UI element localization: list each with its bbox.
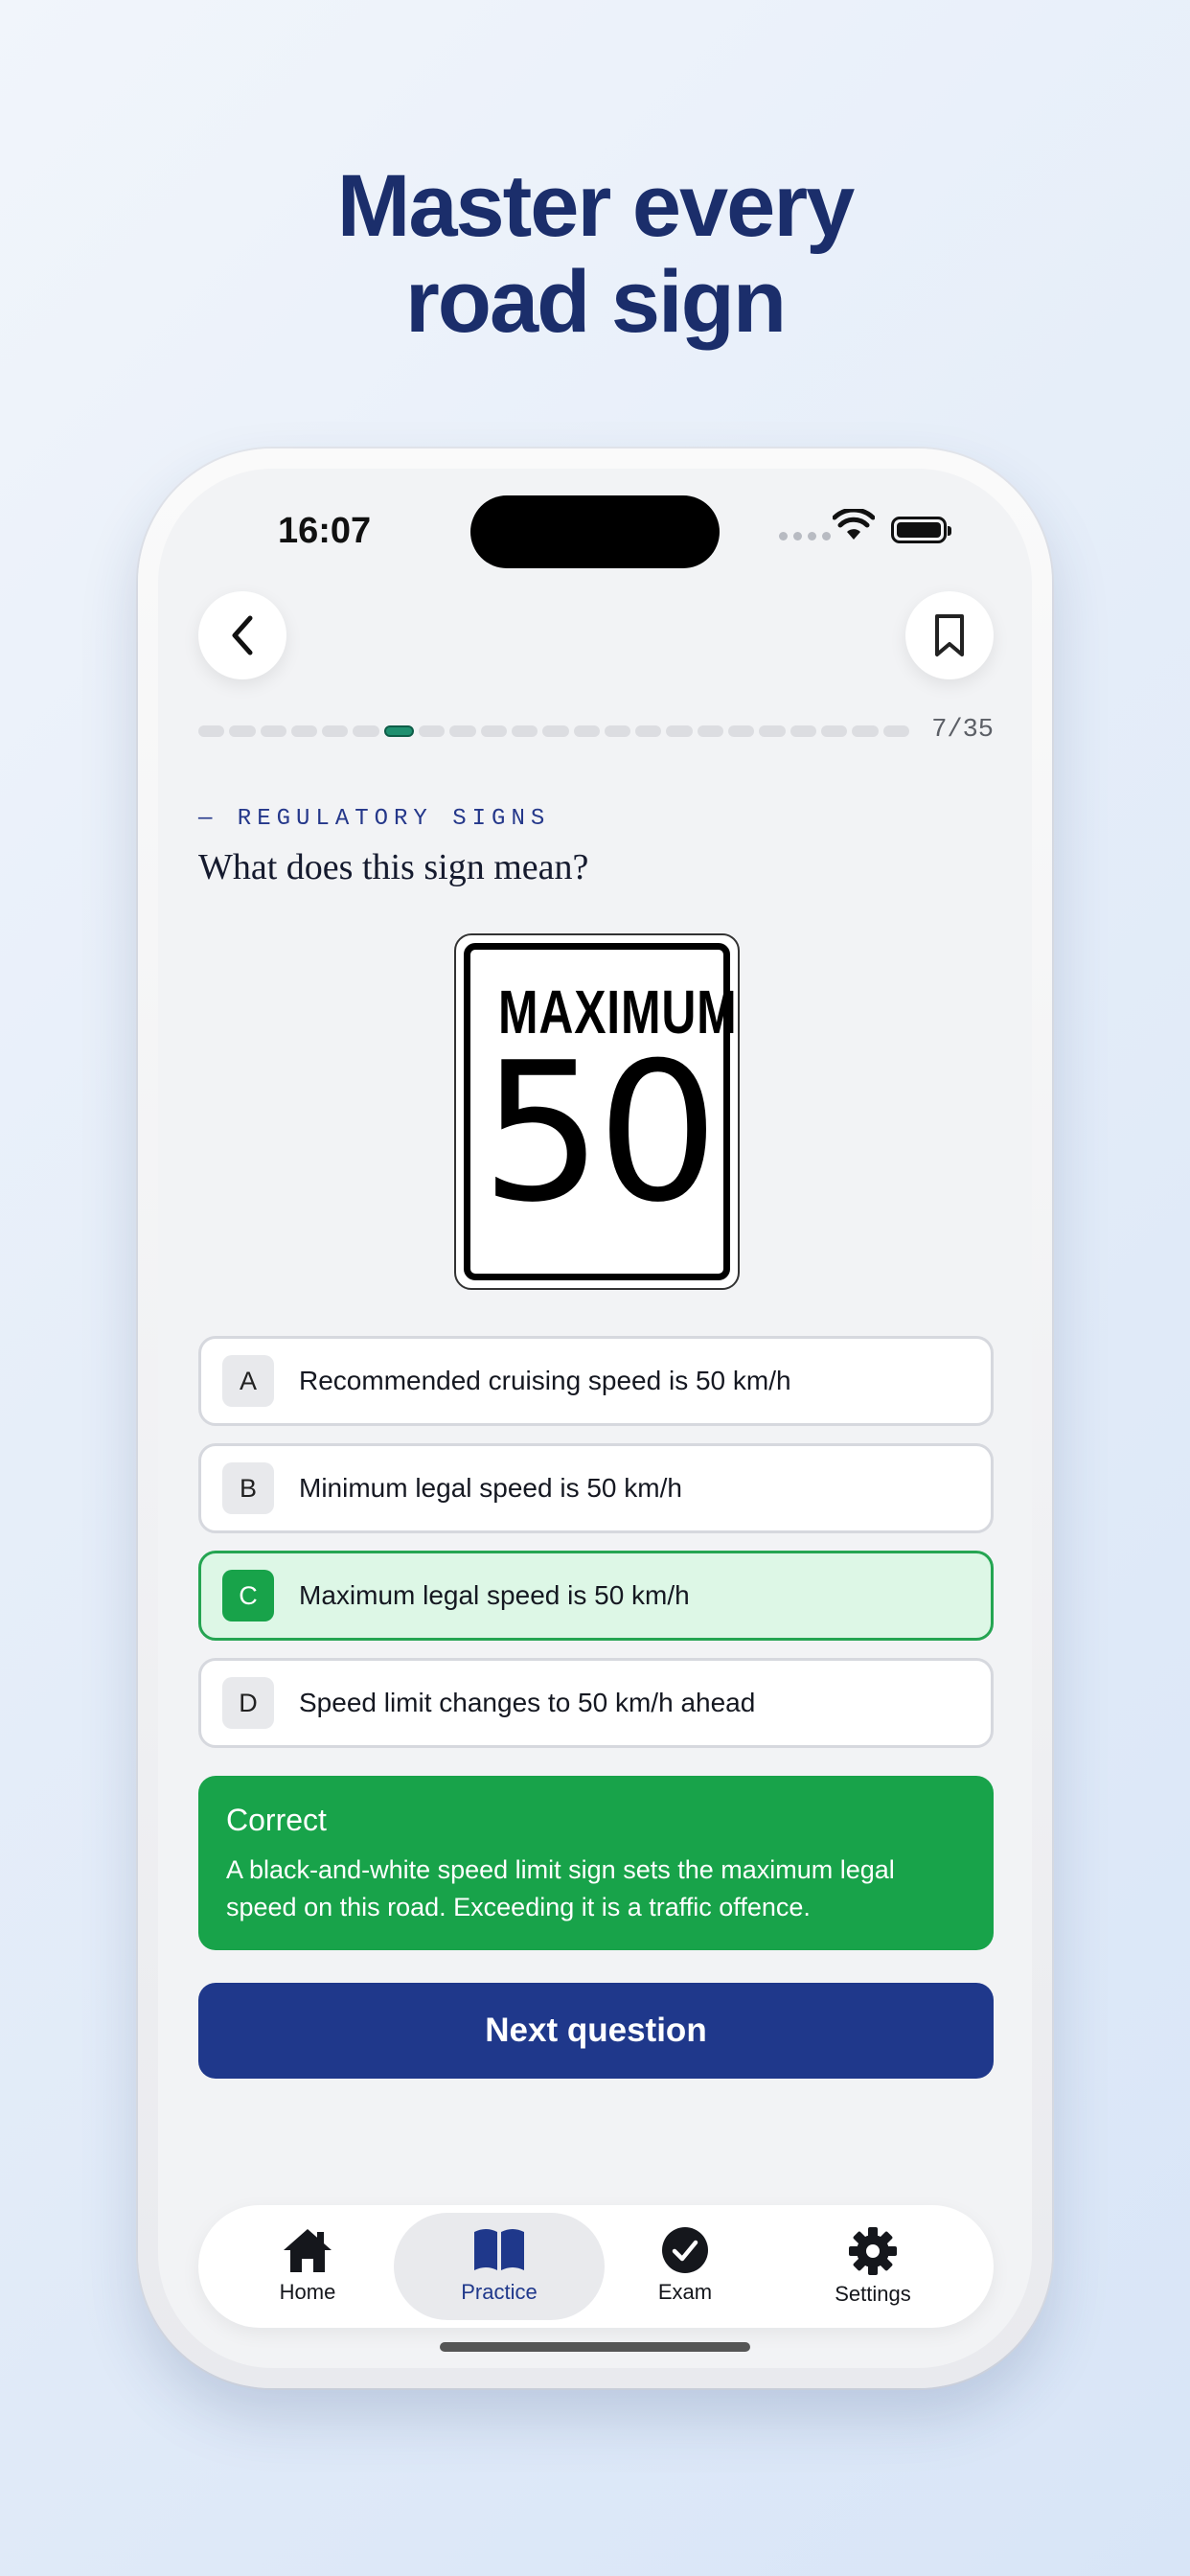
progress-segment <box>604 725 631 737</box>
progress-segment <box>260 725 286 737</box>
road-sign-image: MAXIMUM 50 <box>454 933 740 1290</box>
bookmark-icon <box>935 614 964 656</box>
option-letter: A <box>222 1355 274 1407</box>
category-label: — REGULATORY SIGNS <box>198 806 551 832</box>
progress-segment <box>852 725 879 737</box>
cellular-signal-icon <box>779 532 831 540</box>
answer-option-b[interactable]: B Minimum legal speed is 50 km/h <box>198 1443 994 1533</box>
answer-option-a[interactable]: A Recommended cruising speed is 50 km/h <box>198 1336 994 1426</box>
check-circle-icon <box>662 2227 708 2273</box>
wifi-icon <box>833 509 875 540</box>
status-time: 16:07 <box>278 511 372 551</box>
progress-segment <box>449 725 476 737</box>
home-icon <box>284 2229 332 2272</box>
option-text: Recommended cruising speed is 50 km/h <box>299 1366 791 1395</box>
progress-segment <box>573 725 600 737</box>
next-question-button[interactable]: Next question <box>198 1983 994 2079</box>
option-text: Speed limit changes to 50 km/h ahead <box>299 1688 756 1717</box>
progress-segment <box>198 725 225 737</box>
question-text: What does this sign mean? <box>198 847 589 887</box>
phone-screen: 16:07 7/35 — REGULATORY SIGNS What does … <box>158 469 1032 2368</box>
option-letter: D <box>222 1677 274 1729</box>
progress-segment <box>759 725 786 737</box>
tab-label: Home <box>279 2280 336 2304</box>
feedback-title: Correct <box>226 1803 327 1837</box>
progress-segment <box>542 725 569 737</box>
tab-label: Practice <box>461 2280 538 2304</box>
progress-segment <box>666 725 693 737</box>
bottom-tab-bar: Home Practice Exam Settings <box>198 2205 994 2328</box>
gear-icon <box>849 2227 897 2275</box>
feedback-body: A black-and-white speed limit sign sets … <box>226 1855 895 1921</box>
progress-segment <box>229 725 256 737</box>
back-button[interactable] <box>198 591 286 679</box>
progress-segment <box>353 725 379 737</box>
sign-top-text: MAXIMUM <box>498 978 738 1046</box>
progress-segment <box>290 725 318 737</box>
sign-number: 50 <box>480 1022 720 1245</box>
headline-line-2: road sign <box>404 253 787 351</box>
progress-segment <box>820 725 848 737</box>
progress-segment <box>480 725 507 737</box>
question-progress-bar <box>198 725 909 737</box>
answer-feedback-card: Correct A black-and-white speed limit si… <box>198 1776 994 1950</box>
option-letter: B <box>222 1462 274 1514</box>
progress-count: 7/35 <box>931 716 994 745</box>
option-text: Maximum legal speed is 50 km/h <box>299 1580 690 1610</box>
tab-home[interactable]: Home <box>202 2213 413 2320</box>
marketing-headline: Master every road sign <box>0 158 1190 350</box>
progress-segment <box>697 725 724 737</box>
option-text: Minimum legal speed is 50 km/h <box>299 1473 682 1503</box>
tab-settings[interactable]: Settings <box>767 2213 978 2320</box>
bookmark-button[interactable] <box>905 591 994 679</box>
battery-icon <box>891 517 951 543</box>
tab-practice[interactable]: Practice <box>394 2213 605 2320</box>
road-sign-face: MAXIMUM 50 <box>464 943 738 1280</box>
progress-segment <box>322 725 349 737</box>
progress-segment <box>511 725 538 737</box>
book-icon <box>474 2229 524 2270</box>
progress-segment <box>790 725 816 737</box>
answer-option-c[interactable]: C Maximum legal speed is 50 km/h <box>198 1551 994 1641</box>
tab-exam[interactable]: Exam <box>580 2213 790 2320</box>
answer-option-d[interactable]: D Speed limit changes to 50 km/h ahead <box>198 1658 994 1748</box>
chevron-left-icon <box>232 615 253 656</box>
progress-segment <box>728 725 755 737</box>
tab-label: Settings <box>835 2282 911 2306</box>
home-indicator <box>440 2342 750 2352</box>
dynamic-island <box>470 495 720 568</box>
progress-segment <box>419 725 446 737</box>
option-letter: C <box>222 1570 274 1622</box>
progress-segment <box>635 725 662 737</box>
progress-segment-current <box>383 725 415 737</box>
progress-segment <box>882 725 909 737</box>
headline-line-1: Master every <box>336 157 856 255</box>
tab-label: Exam <box>657 2280 713 2304</box>
